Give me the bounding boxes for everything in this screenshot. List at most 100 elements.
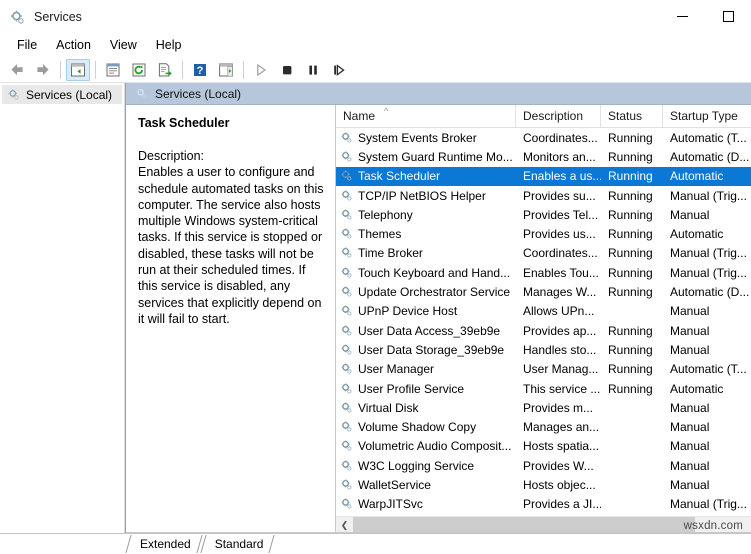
cell-description: Provides us... — [516, 227, 601, 241]
table-row[interactable]: WarpJITSvcProvides a JI... Manual (Trig..… — [336, 495, 751, 514]
cell-startup-type: Manual — [663, 304, 751, 318]
maximize-icon — [723, 11, 734, 22]
toolbar-separator — [60, 61, 61, 79]
services-gear-icon — [340, 439, 354, 453]
table-row[interactable]: Volume Shadow CopyManages an...Manual — [336, 417, 751, 436]
menu-item-file[interactable]: File — [8, 36, 46, 55]
table-row[interactable]: Time BrokerCoordinates...RunningManual (… — [336, 244, 751, 263]
tree-item-services-local[interactable]: Services (Local) — [2, 85, 122, 104]
service-name-label: User Profile Service — [358, 382, 464, 396]
cell-startup-type: Automatic — [663, 169, 751, 183]
cell-name: WarpJITSvc — [336, 497, 516, 511]
table-row[interactable]: User Profile ServiceThis service ...Runn… — [336, 379, 751, 398]
column-header-status[interactable]: Status — [601, 105, 663, 127]
cell-name: WalletService — [336, 478, 516, 492]
services-gear-icon — [7, 88, 21, 102]
cell-name: TCP/IP NetBIOS Helper — [336, 189, 516, 203]
services-gear-icon — [340, 362, 354, 376]
show-action-pane-icon[interactable] — [214, 59, 238, 81]
watermark: wsxdn.com — [684, 520, 743, 532]
cell-name: UPnP Device Host — [336, 304, 516, 318]
cell-description: Monitors an... — [516, 150, 601, 164]
minimize-button[interactable] — [659, 0, 705, 33]
service-name-label: Update Orchestrator Service — [358, 285, 510, 299]
cell-status: Running — [601, 246, 663, 260]
cell-name: User Profile Service — [336, 382, 516, 396]
cell-startup-type: Manual — [663, 343, 751, 357]
services-window: Services File Action View Help — [0, 0, 751, 554]
stop-service-icon[interactable] — [275, 59, 299, 81]
table-row[interactable]: System Events BrokerCoordinates...Runnin… — [336, 128, 751, 147]
cell-name: User Data Access_39eb9e — [336, 324, 516, 338]
column-header-name[interactable]: Name ^ — [336, 105, 516, 127]
properties-icon[interactable] — [101, 59, 125, 81]
table-row[interactable]: ThemesProvides us...RunningAutomatic — [336, 224, 751, 243]
column-header-startup-type[interactable]: Startup Type — [663, 105, 751, 127]
export-list-icon[interactable] — [153, 59, 177, 81]
tab-extended[interactable]: Extended — [126, 534, 201, 554]
menu-item-view[interactable]: View — [101, 36, 146, 55]
toolbar-separator — [243, 61, 244, 79]
back-icon[interactable] — [5, 59, 29, 81]
cell-startup-type: Automatic (T... — [663, 362, 751, 376]
cell-description: Provides a JI... — [516, 497, 601, 511]
start-service-icon[interactable] — [249, 59, 273, 81]
refresh-icon[interactable] — [127, 59, 151, 81]
table-row[interactable]: Update Orchestrator ServiceManages W...R… — [336, 282, 751, 301]
table-row[interactable]: User Data Access_39eb9eProvides ap...Run… — [336, 321, 751, 340]
cell-status: Running — [601, 362, 663, 376]
service-name-label: User Data Access_39eb9e — [358, 324, 500, 338]
bottom-divider — [126, 532, 751, 533]
table-row[interactable]: Task SchedulerEnables a us...RunningAuto… — [336, 167, 751, 186]
table-row[interactable]: WalletServiceHosts objec...Manual — [336, 475, 751, 494]
forward-icon[interactable] — [31, 59, 55, 81]
content-header: Services (Local) — [126, 83, 751, 105]
service-name-label: TCP/IP NetBIOS Helper — [358, 189, 486, 203]
content-header-label: Services (Local) — [155, 87, 241, 101]
cell-startup-type: Manual (Trig... — [663, 497, 751, 511]
cell-name: Touch Keyboard and Hand... — [336, 266, 516, 280]
services-gear-icon — [340, 131, 354, 145]
cell-status: Running — [601, 285, 663, 299]
table-row[interactable]: System Guard Runtime Mo...Monitors an...… — [336, 147, 751, 166]
table-row[interactable]: User Data Storage_39eb9eHandles sto...Ru… — [336, 340, 751, 359]
service-name-label: User Manager — [358, 362, 434, 376]
table-row[interactable]: User Manager User Manag...RunningAutomati… — [336, 360, 751, 379]
services-rows: System Events BrokerCoordinates...Runnin… — [336, 128, 751, 516]
table-row[interactable]: TelephonyProvides Tel...RunningManual — [336, 205, 751, 224]
service-name-label: W3C Logging Service — [358, 459, 474, 473]
service-name-label: Volumetric Audio Composit... — [358, 439, 511, 453]
table-row[interactable]: Touch Keyboard and Hand...Enables Tou...… — [336, 263, 751, 282]
scroll-left-icon[interactable]: ❮ — [336, 517, 353, 534]
table-row[interactable]: Virtual DiskProvides m...Manual — [336, 398, 751, 417]
show-hide-console-tree-icon[interactable] — [66, 59, 90, 81]
help-icon[interactable]: ? — [188, 59, 212, 81]
maximize-button[interactable] — [705, 0, 751, 33]
table-row[interactable]: Volumetric Audio Composit...Hosts spatia… — [336, 437, 751, 456]
tab-standard[interactable]: Standard — [201, 534, 274, 554]
cell-startup-type: Manual — [663, 439, 751, 453]
cell-startup-type: Automatic — [663, 227, 751, 241]
restart-service-icon[interactable] — [327, 59, 351, 81]
cell-name: User Manager — [336, 362, 516, 376]
cell-name: Task Scheduler — [336, 169, 516, 183]
column-header-description[interactable]: Description — [516, 105, 601, 127]
scrollbar-thumb[interactable] — [353, 517, 695, 534]
cell-description: Hosts objec... — [516, 478, 601, 492]
cell-description: User Manag... — [516, 362, 601, 376]
pause-service-icon[interactable] — [301, 59, 325, 81]
services-gear-icon — [340, 208, 354, 222]
services-gear-icon — [340, 478, 354, 492]
cell-name: System Guard Runtime Mo... — [336, 150, 516, 164]
services-gear-icon — [340, 382, 354, 396]
menu-item-action[interactable]: Action — [47, 36, 100, 55]
menu-item-help[interactable]: Help — [147, 36, 191, 55]
table-row[interactable]: UPnP Device HostAllows UPn...Manual — [336, 302, 751, 321]
service-name-label: Task Scheduler — [358, 169, 440, 183]
table-row[interactable]: TCP/IP NetBIOS HelperProvides su...Runni… — [336, 186, 751, 205]
cell-description: Manages an... — [516, 420, 601, 434]
view-tab-strip: Extended Standard — [0, 533, 751, 554]
services-gear-icon — [340, 420, 354, 434]
table-row[interactable]: W3C Logging ServiceProvides W...Manual — [336, 456, 751, 475]
content-pane: Services (Local) Task Scheduler Descript… — [125, 83, 751, 533]
